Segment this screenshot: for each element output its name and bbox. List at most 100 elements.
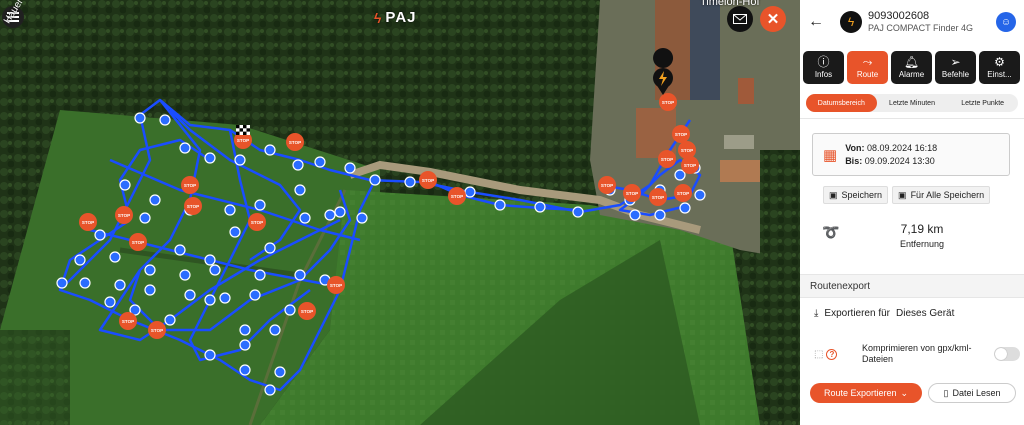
stop-marker: STOP: [148, 321, 166, 339]
chevron-down-icon: ⌄: [900, 387, 909, 398]
stop-marker-label: STOP: [652, 195, 664, 200]
route-path: [58, 98, 702, 392]
route-segment: [139, 98, 692, 214]
route-point: [79, 277, 91, 289]
mail-icon: [733, 14, 747, 24]
route-point: [344, 162, 356, 174]
route-point: [179, 142, 191, 154]
route-point: [292, 159, 304, 171]
stop-marker-label: STOP: [684, 163, 696, 168]
route-point: [274, 366, 286, 378]
route-point: [94, 229, 106, 241]
route-point: [56, 277, 68, 289]
subtab-datumsbereich[interactable]: Datumsbereich: [806, 94, 877, 112]
route-point: [334, 206, 346, 218]
route-segment: [89, 158, 361, 287]
stop-marker: STOP: [79, 213, 97, 231]
stop-marker-label: STOP: [289, 140, 301, 145]
mail-button[interactable]: [727, 6, 753, 32]
route-point: [572, 206, 584, 218]
route-point: [179, 269, 191, 281]
stop-marker: STOP: [184, 197, 202, 215]
stop-marker-label: STOP: [661, 157, 673, 162]
tab-einstellungen[interactable]: ⚙ Einst...: [979, 51, 1020, 84]
stop-marker: STOP: [286, 133, 304, 151]
stop-marker: STOP: [419, 171, 437, 189]
save-button[interactable]: ▣ Speichern: [823, 186, 889, 204]
distance-label: Entfernung: [899, 239, 945, 249]
route-point: [254, 269, 266, 281]
tab-label: Infos: [814, 70, 833, 79]
route-point: [269, 324, 281, 336]
save-all-button[interactable]: ▣ Für Alle Speichern: [892, 186, 991, 204]
back-arrow-icon[interactable]: ←: [808, 13, 830, 31]
route-point: [219, 292, 231, 304]
place-label: Timeloh-Hof: [700, 0, 760, 8]
brand-text: PAJ: [385, 9, 417, 26]
save-icon: ▣: [829, 189, 838, 200]
help-icon[interactable]: ?: [826, 348, 838, 360]
stop-marker: STOP: [298, 302, 316, 320]
send-icon: ➢: [950, 55, 961, 69]
route-point: [224, 204, 236, 216]
route-point: [314, 156, 326, 168]
tab-route[interactable]: ⤳ Route: [847, 51, 888, 84]
compress-toggle[interactable]: [994, 347, 1020, 361]
route-points: [56, 112, 706, 396]
from-label: Von:: [845, 142, 865, 153]
export-actions: Route Exportieren ⌄ ▯ Datei Lesen: [810, 383, 1016, 403]
brand-logo: ϟ PAJ: [374, 9, 417, 26]
export-target-row[interactable]: ⤓ Exportieren für Dieses Gerät: [800, 298, 1024, 328]
route-point: [264, 384, 276, 396]
subtab-letzte-punkte[interactable]: Letzte Punkte: [947, 94, 1018, 112]
compress-file-icon: ⬚: [814, 348, 824, 360]
tab-befehle[interactable]: ➢ Befehle: [935, 51, 976, 84]
stop-marker-label: STOP: [601, 183, 613, 188]
export-route-button[interactable]: Route Exportieren ⌄: [810, 383, 922, 403]
route-point: [679, 202, 691, 214]
stop-marker-label: STOP: [237, 138, 249, 143]
tab-alarme[interactable]: 🔔︎ Alarme: [891, 51, 932, 84]
to-label: Bis:: [845, 155, 863, 166]
to-value: 09.09.2024 13:30: [864, 155, 935, 166]
route-point: [134, 112, 146, 124]
route-point: [299, 212, 311, 224]
route-point: [324, 209, 336, 221]
export-for-label: Exportieren für: [824, 307, 891, 319]
stop-marker: STOP: [448, 187, 466, 205]
stop-marker-label: STOP: [301, 309, 313, 314]
device-id: 9093002608: [868, 10, 930, 22]
tab-infos[interactable]: ⓘ Infos: [803, 51, 844, 84]
route-point: [674, 169, 686, 181]
compress-icons: ⬚ ?: [814, 348, 862, 360]
subtab-letzte-minuten[interactable]: Letzte Minuten: [877, 94, 948, 112]
map-view[interactable]: STOP STOP STOP STOP STOP STOP STOP STOP STOP STOP…: [0, 0, 800, 425]
tab-label: Befehle: [941, 70, 970, 79]
save-label: Speichern: [841, 190, 883, 200]
route-point: [264, 144, 276, 156]
device-location-pin-icon: [653, 48, 674, 95]
route-point: [74, 254, 86, 266]
stop-marker: STOP: [672, 125, 690, 143]
tab-label: Alarme: [898, 70, 925, 79]
route-point: [284, 304, 296, 316]
stop-markers: STOP STOP STOP STOP STOP STOP STOP STOP STOP STOP…: [79, 93, 699, 339]
tab-label: Einst...: [987, 70, 1012, 79]
tab-bar: ⓘ Infos ⤳ Route 🔔︎ Alarme ➢ Befehle ⚙ Einst..…: [800, 51, 1024, 84]
stop-marker-label: STOP: [662, 100, 674, 105]
from-value: 08.09.2024 16:18: [867, 142, 938, 153]
route-point: [114, 279, 126, 291]
stop-marker: STOP: [674, 184, 692, 202]
route-icon: ⤳: [862, 55, 873, 69]
user-avatar-icon[interactable]: ☺: [996, 12, 1016, 32]
route-point: [159, 114, 171, 126]
close-button[interactable]: ✕: [760, 6, 786, 32]
date-range-picker[interactable]: ▦ Von: 08.09.2024 16:18 Bis: 09.09.2024 …: [812, 133, 1010, 176]
stop-marker-label: STOP: [626, 191, 638, 196]
route-point: [229, 226, 241, 238]
read-file-button[interactable]: ▯ Datei Lesen: [928, 383, 1016, 403]
route-point: [534, 201, 546, 213]
route-point: [234, 154, 246, 166]
export-target: Dieses Gerät: [896, 307, 955, 319]
route-point: [184, 289, 196, 301]
